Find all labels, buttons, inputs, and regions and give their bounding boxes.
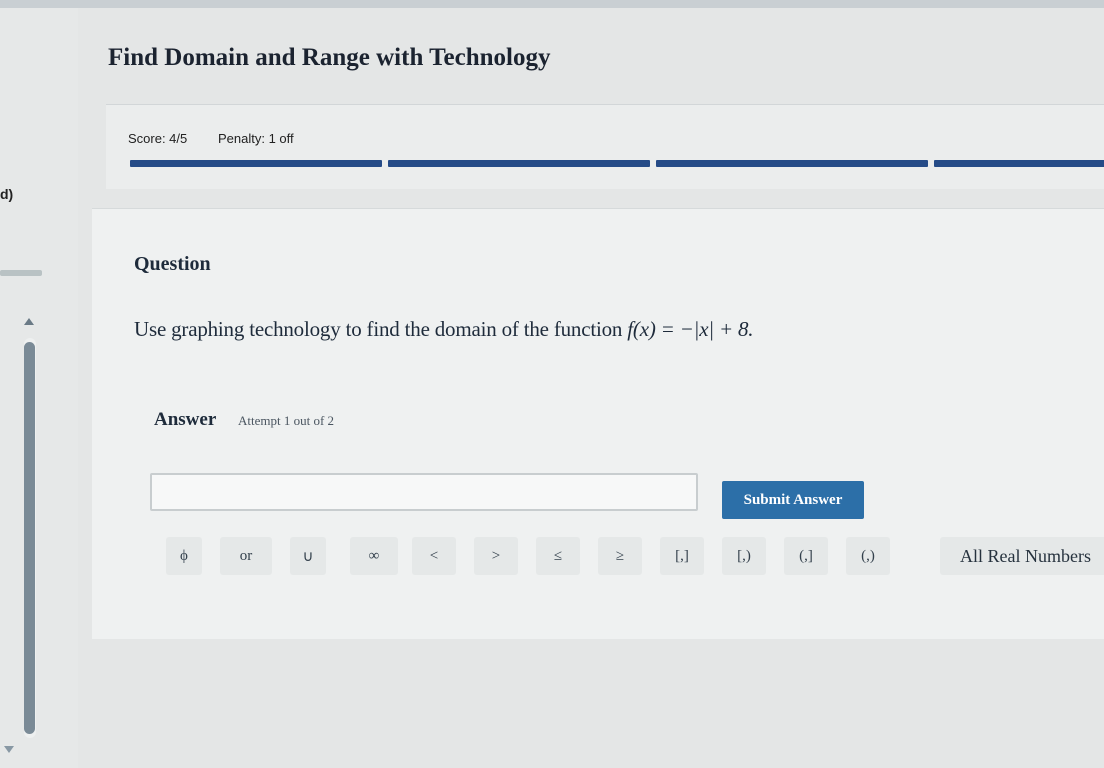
question-text: Use graphing technology to find the doma… (134, 317, 754, 342)
symbol-button[interactable]: > (474, 537, 518, 575)
answer-label: Answer (154, 409, 217, 430)
score-panel: Score: 4/5 Penalty: 1 off (106, 104, 1104, 189)
question-heading: Question (134, 253, 211, 275)
attempt-counter: Attempt 1 out of 2 (238, 413, 335, 428)
symbol-button[interactable]: ∪ (290, 537, 326, 575)
left-sidebar (0, 8, 78, 768)
symbol-button[interactable]: < (412, 537, 456, 575)
function-expression: f(x) = −|x| + 8. (627, 317, 754, 341)
symbol-button[interactable]: ϕ (166, 537, 202, 575)
side-label: d) (0, 186, 14, 202)
symbol-button[interactable]: All Real Numbers (940, 537, 1104, 575)
progress-segment (388, 160, 650, 167)
submit-answer-button[interactable]: Submit Answer (722, 481, 864, 519)
symbol-button[interactable]: [,) (722, 537, 766, 575)
symbol-button[interactable]: ∞ (350, 537, 398, 575)
main-content: Find Domain and Range with Technology Sc… (78, 8, 1104, 768)
score-text: Score: 4/5 (128, 131, 188, 146)
scrollbar-thumb[interactable] (24, 342, 35, 734)
browser-top-strip (0, 0, 1104, 8)
progress-segment (130, 160, 382, 167)
symbol-button[interactable]: or (220, 537, 272, 575)
progress-segment (934, 160, 1104, 167)
symbol-button[interactable]: ≥ (598, 537, 642, 575)
symbol-button[interactable]: (,] (784, 537, 828, 575)
question-card: Question Use graphing technology to find… (92, 208, 1104, 639)
scroll-down-arrow-icon[interactable] (4, 746, 14, 753)
question-prompt: Use graphing technology to find the doma… (134, 317, 628, 341)
symbol-button[interactable]: (,) (846, 537, 890, 575)
scroll-up-arrow-icon[interactable] (24, 318, 34, 325)
progress-segment (656, 160, 928, 167)
symbol-button[interactable]: [,] (660, 537, 704, 575)
page-title: Find Domain and Range with Technology (108, 44, 551, 71)
penalty-text: Penalty: 1 off (218, 131, 294, 146)
symbol-button[interactable]: ≤ (536, 537, 580, 575)
answer-input[interactable] (150, 473, 698, 511)
side-tab-indicator (0, 270, 42, 276)
